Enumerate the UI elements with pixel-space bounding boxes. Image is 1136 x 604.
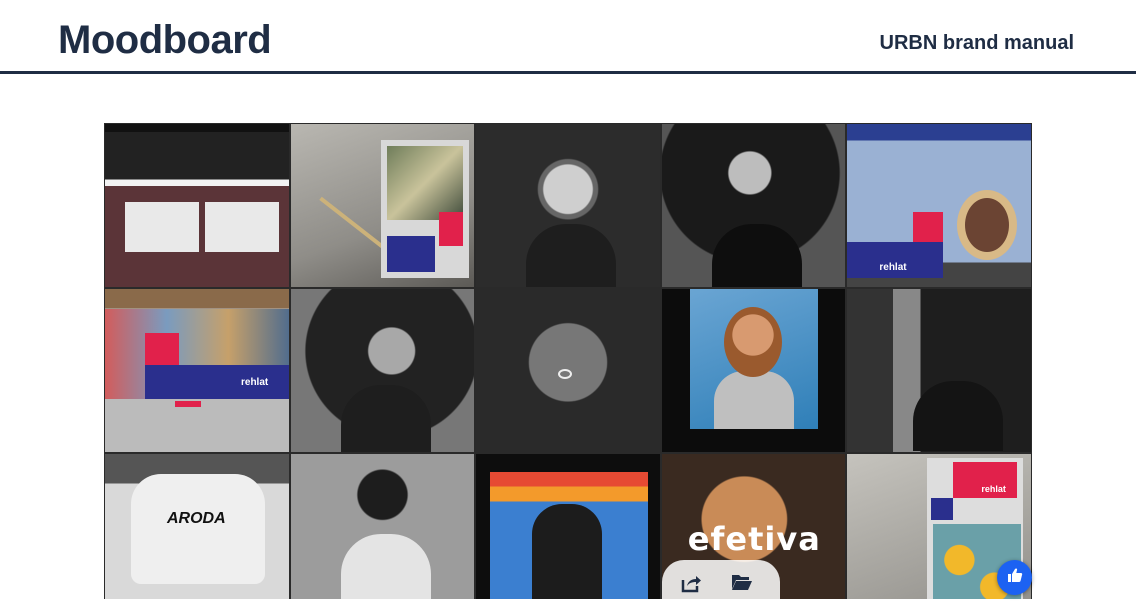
tile-color-portrait-laughing[interactable] <box>660 288 847 453</box>
person-silhouette <box>532 504 603 599</box>
tile-stairway-poster[interactable] <box>289 123 476 288</box>
tile-billboard-paris[interactable]: rehlat <box>846 123 1032 288</box>
poster-blue-block <box>386 236 435 272</box>
poster-photo <box>386 146 463 220</box>
share-icon[interactable] <box>680 572 702 594</box>
tile-bw-portrait-sitting[interactable] <box>660 123 847 288</box>
tile-bw-portrait-glasses[interactable] <box>475 123 661 288</box>
page-title: Moodboard <box>58 18 272 62</box>
storefront-sign <box>175 401 201 407</box>
tile-bw-man-sunglasses[interactable] <box>846 288 1032 453</box>
poster-red-block <box>438 212 463 246</box>
portrait-face <box>723 307 782 377</box>
tile-decoration <box>105 124 289 132</box>
like-button[interactable] <box>997 560 1032 595</box>
tile-color-stripes-portrait[interactable] <box>475 453 661 599</box>
tile-bw-portrait-curly[interactable] <box>289 288 476 453</box>
hoodie-silhouette <box>713 371 794 429</box>
billboard-red-block <box>145 333 179 367</box>
hoodie-silhouette <box>526 224 617 287</box>
billboard-wordmark: rehlat <box>879 262 907 273</box>
tee-print: ARODA <box>167 510 226 527</box>
tile-bw-cap-boy[interactable] <box>289 453 476 599</box>
folder-open-icon[interactable] <box>731 572 753 592</box>
tile-street-billboard[interactable]: rehlat <box>104 288 290 453</box>
tee-silhouette <box>131 474 265 584</box>
cap-logo <box>558 369 573 379</box>
tee-silhouette <box>340 385 431 452</box>
tile-bw-cap-closeup[interactable] <box>475 288 661 453</box>
business-card <box>205 202 279 252</box>
poster-wordmark: rehlat <box>981 484 1006 494</box>
tee-silhouette <box>340 534 431 599</box>
brand-manual-link[interactable]: URBN brand manual <box>880 32 1074 55</box>
billboard-wordmark: rehlat <box>241 377 269 388</box>
tile-bw-white-tee[interactable]: ARODA <box>104 453 290 599</box>
tee-silhouette <box>711 224 802 287</box>
business-card <box>125 202 199 252</box>
billboard-red-block <box>913 212 944 242</box>
thumbs-up-icon <box>1007 567 1023 588</box>
tile-business-cards[interactable] <box>104 123 290 288</box>
page-header: Moodboard URBN brand manual <box>0 0 1136 74</box>
tee-silhouette <box>913 381 1004 451</box>
efetiva-wordmark: efetiva <box>687 520 821 558</box>
moodboard-grid: rehlat rehlat ARODA efetiva rehlat <box>104 123 1032 599</box>
billboard-portrait <box>957 190 1018 260</box>
poster-blue-block <box>931 498 954 520</box>
